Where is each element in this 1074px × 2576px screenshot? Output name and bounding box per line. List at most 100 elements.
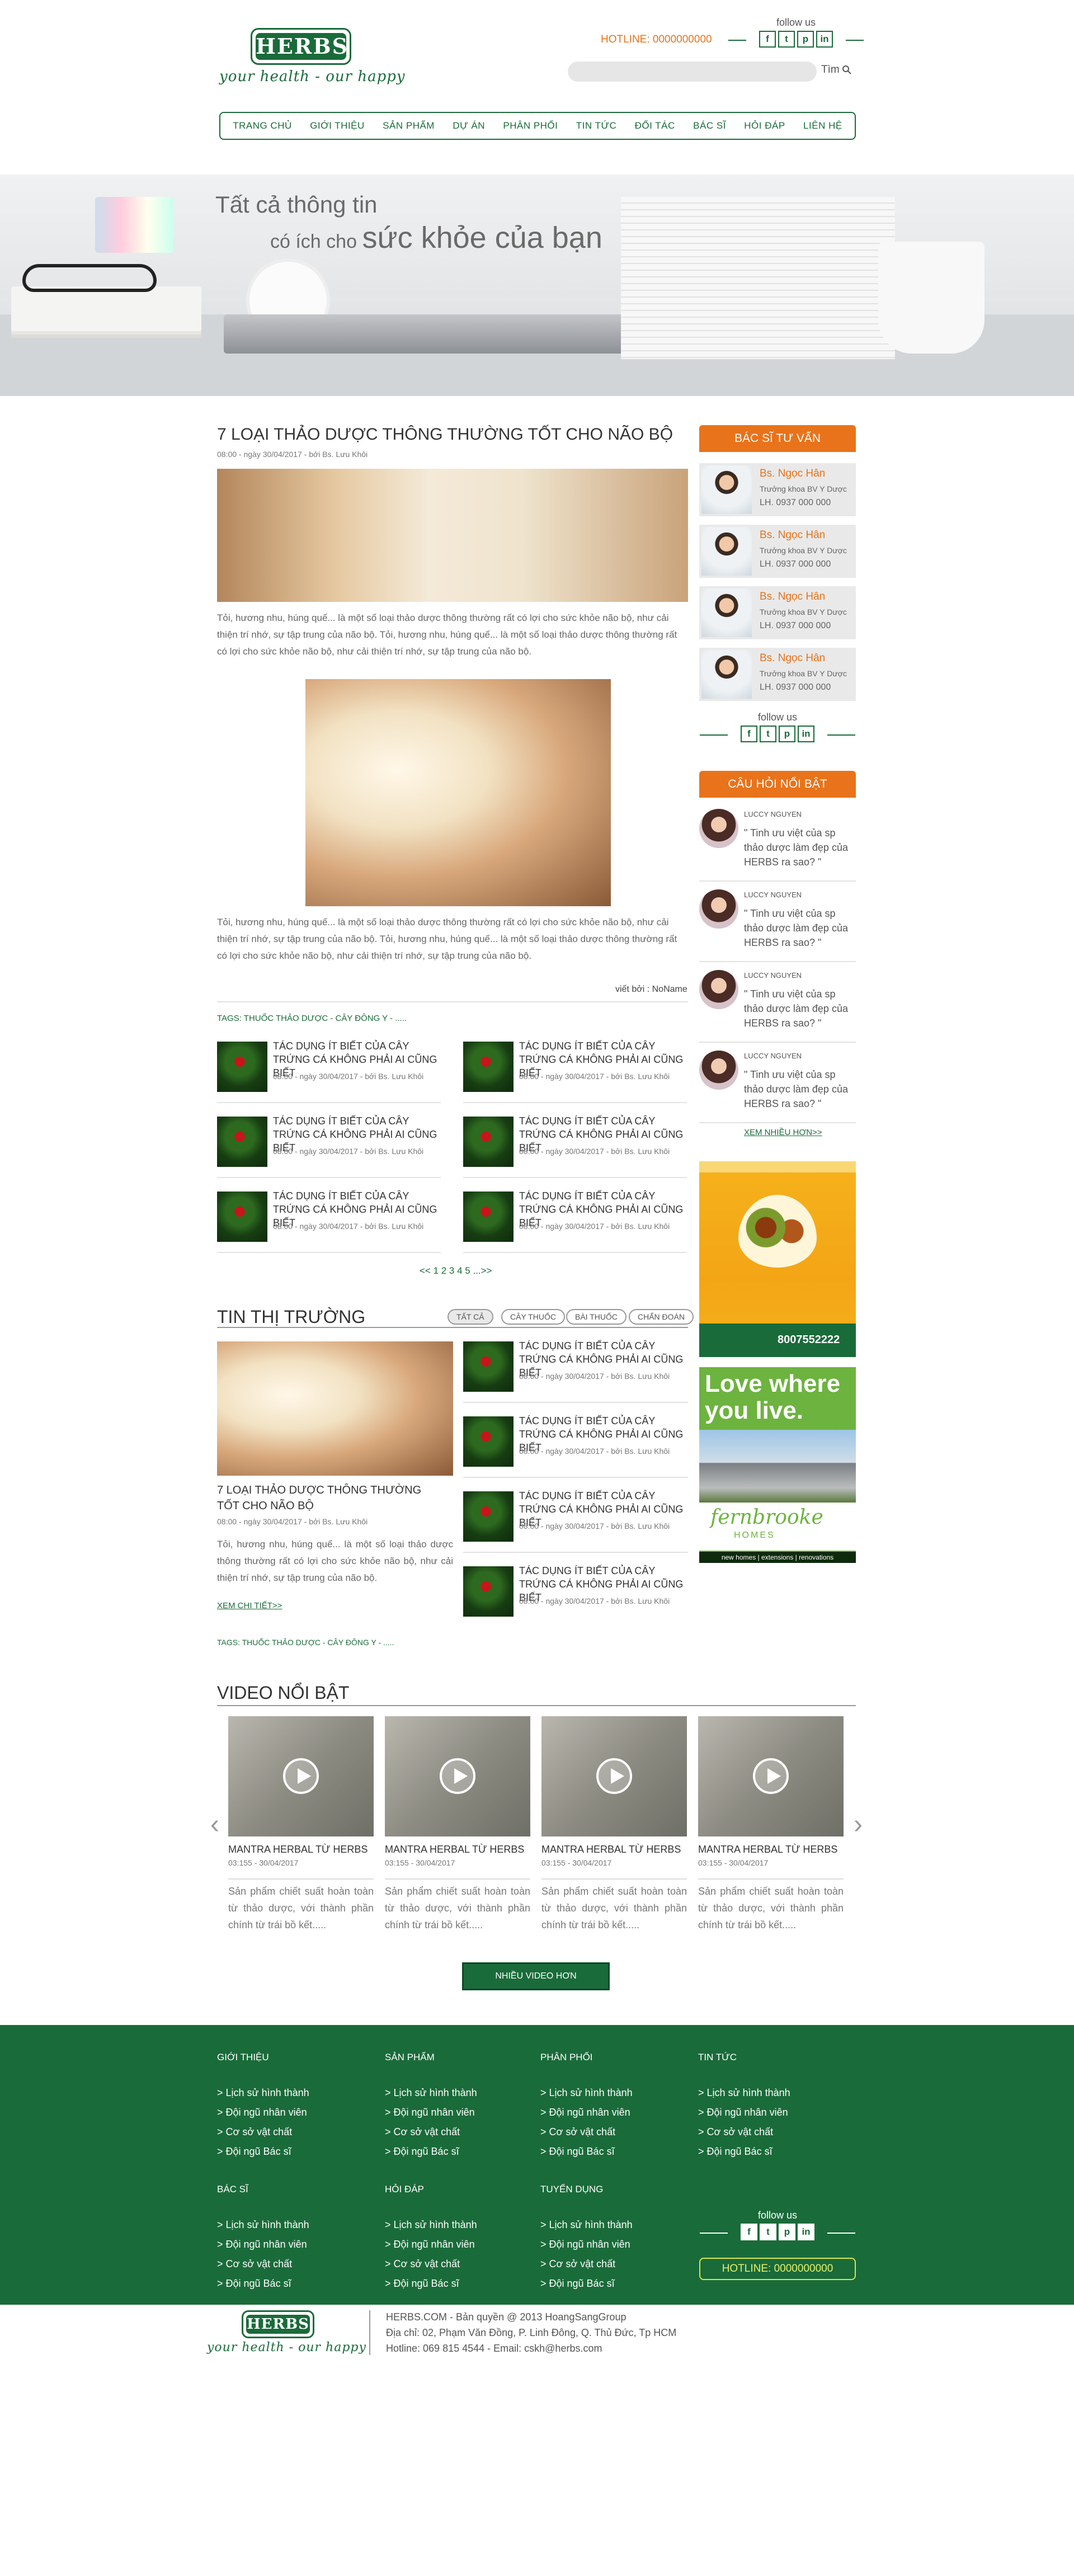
footer-link[interactable]: > Cơ sở vật chất <box>217 2122 309 2142</box>
pagination[interactable]: << 1 2 3 4 5 ...>> <box>420 1265 492 1277</box>
doctor-card[interactable]: Bs. Ngọc Hân Trưởng khoa BV Y Dược LH. 093… <box>699 525 856 578</box>
logo[interactable]: HERBS <box>251 28 351 65</box>
facebook-icon[interactable]: f <box>759 31 776 48</box>
footer-link[interactable]: > Đội ngũ Bác sĩ <box>540 2142 633 2161</box>
play-icon[interactable] <box>596 1758 632 1794</box>
nav-faq[interactable]: HỎI ĐÁP <box>744 120 785 131</box>
related-item[interactable]: TÁC DỤNG ÍT BIẾT CỦA CÂY TRỨNG CÁ KHÔNG … <box>217 1186 441 1253</box>
faq-item[interactable]: LUCCY NGUYEN " Tinh ưu việt của sp thảo d… <box>699 884 856 962</box>
search-input[interactable] <box>568 62 817 82</box>
footer-link[interactable]: > Lịch sử hình thành <box>385 2083 477 2103</box>
ad-banner-food[interactable]: 8007552222 <box>699 1161 856 1357</box>
nav-doctors[interactable]: BÁC SĨ <box>693 120 726 131</box>
twitter-icon[interactable]: t <box>778 31 795 48</box>
footer-link[interactable]: > Đội ngũ Bác sĩ <box>217 2142 309 2161</box>
nav-projects[interactable]: DỰ ÁN <box>453 120 485 131</box>
market-item[interactable]: TÁC DỤNG ÍT BIẾT CỦA CÂY TRỨNG CÁ KHÔNG … <box>463 1336 688 1403</box>
linkedin-icon[interactable]: in <box>816 31 833 48</box>
faq-item[interactable]: LUCCY NGUYEN " Tinh ưu việt của sp thảo d… <box>699 1045 856 1123</box>
market-main-title[interactable]: 7 LOẠI THẢO DƯỢC THÔNG THƯỜNG TỐT CHO NÃ… <box>217 1482 430 1514</box>
footer-link[interactable]: > Đội ngũ nhân viên <box>540 2103 633 2122</box>
related-item[interactable]: TÁC DỤNG ÍT BIẾT CỦA CÂY TRỨNG CÁ KHÔNG … <box>217 1036 441 1103</box>
market-item[interactable]: TÁC DỤNG ÍT BIẾT CỦA CÂY TRỨNG CÁ KHÔNG … <box>463 1486 688 1553</box>
doctor-card[interactable]: Bs. Ngọc Hân Trưởng khoa BV Y Dược LH. 093… <box>699 648 856 701</box>
twitter-icon[interactable]: t <box>760 726 776 742</box>
footer-link[interactable]: > Cơ sở vật chất <box>217 2254 309 2274</box>
search-button[interactable]: Tìm <box>821 64 852 76</box>
doctor-card[interactable]: Bs. Ngọc Hân Trưởng khoa BV Y Dược LH. 093… <box>699 586 856 639</box>
video-card[interactable]: MANTRA HERBAL TỪ HERBS 03:155 - 30/04/201… <box>385 1716 530 1951</box>
video-card[interactable]: MANTRA HERBAL TỪ HERBS 03:155 - 30/04/201… <box>698 1716 844 1951</box>
footer-link[interactable]: > Cơ sở vật chất <box>698 2122 790 2142</box>
header-hotline[interactable]: HOTLINE: 0000000000 <box>601 34 712 46</box>
more-videos-button[interactable]: NHIỀU VIDEO HƠN <box>462 1962 610 1990</box>
footer-link[interactable]: > Lịch sử hình thành <box>385 2215 477 2235</box>
twitter-icon[interactable]: t <box>760 2224 776 2240</box>
related-item[interactable]: TÁC DỤNG ÍT BIẾT CỦA CÂY TRỨNG CÁ KHÔNG … <box>463 1111 687 1178</box>
search-icon <box>842 65 851 74</box>
doctor-card[interactable]: Bs. Ngọc Hân Trưởng khoa BV Y Dược LH. 093… <box>699 463 856 516</box>
faq-item[interactable]: LUCCY NGUYEN " Tinh ưu việt của sp thảo d… <box>699 964 856 1043</box>
pinterest-icon[interactable]: p <box>779 2224 795 2240</box>
footer-link[interactable]: > Cơ sở vật chất <box>385 2122 477 2142</box>
footer-link[interactable]: > Lịch sử hình thành <box>540 2083 633 2103</box>
footer-link[interactable]: > Cơ sở vật chất <box>385 2254 477 2274</box>
footer-link[interactable]: > Đội ngũ Bác sĩ <box>385 2274 477 2294</box>
pinterest-icon[interactable]: p <box>797 31 814 48</box>
filter-remedies[interactable]: BÀI THUỐC <box>566 1309 626 1325</box>
footer-link[interactable]: > Đội ngũ Bác sĩ <box>217 2274 309 2294</box>
nav-contact[interactable]: LIÊN HỆ <box>803 120 842 131</box>
filter-all[interactable]: TẤT CẢ <box>447 1309 493 1325</box>
nav-products[interactable]: SẢN PHẨM <box>383 120 435 131</box>
market-tags[interactable]: TAGS: THUỐC THẢO DƯỢC - CÂY ĐÔNG Y - ...… <box>217 1638 394 1647</box>
video-card[interactable]: MANTRA HERBAL TỪ HERBS 03:155 - 30/04/201… <box>541 1716 687 1951</box>
filter-diagnosis[interactable]: CHẨN ĐOÁN <box>629 1309 694 1325</box>
footer-link[interactable]: > Đội ngũ nhân viên <box>540 2235 633 2254</box>
facebook-icon[interactable]: f <box>741 2224 757 2240</box>
footer-link[interactable]: > Đội ngũ nhân viên <box>385 2235 477 2254</box>
play-icon[interactable] <box>283 1758 319 1794</box>
footer-link[interactable]: > Đội ngũ Bác sĩ <box>540 2274 633 2294</box>
footer-link[interactable]: > Đội ngũ Bác sĩ <box>385 2142 477 2161</box>
chevron-left-icon[interactable]: ‹ <box>210 1809 219 1840</box>
footer-link[interactable]: > Lịch sử hình thành <box>217 2083 309 2103</box>
footer-link[interactable]: > Đội ngũ Bác sĩ <box>698 2142 790 2161</box>
nav-news[interactable]: TIN TỨC <box>576 120 616 131</box>
play-icon[interactable] <box>753 1758 789 1794</box>
facebook-icon[interactable]: f <box>741 726 757 742</box>
article-title[interactable]: 7 LOẠI THẢO DƯỢC THÔNG THƯỜNG TỐT CHO NÃ… <box>217 425 673 444</box>
footer-hotline[interactable]: HOTLINE: 0000000000 <box>699 2258 856 2280</box>
footer-link[interactable]: > Cơ sở vật chất <box>540 2122 633 2142</box>
nav-about[interactable]: GIỚI THIỆU <box>310 120 365 131</box>
footer-link[interactable]: > Lịch sử hình thành <box>698 2083 790 2103</box>
footer-logo[interactable]: HERBS <box>242 2310 314 2338</box>
faq-more-link[interactable]: XEM NHIỀU HƠN>> <box>744 1128 822 1137</box>
ad-banner-homes[interactable]: Love where you live. fernbrooke HOMES new… <box>699 1367 856 1563</box>
nav-partners[interactable]: ĐỐI TÁC <box>635 120 675 131</box>
market-item[interactable]: TÁC DỤNG ÍT BIẾT CỦA CÂY TRỨNG CÁ KHÔNG … <box>463 1561 688 1628</box>
market-item[interactable]: TÁC DỤNG ÍT BIẾT CỦA CÂY TRỨNG CÁ KHÔNG … <box>463 1411 688 1478</box>
footer-link[interactable]: > Cơ sở vật chất <box>540 2254 633 2274</box>
footer-link[interactable]: > Lịch sử hình thành <box>217 2215 309 2235</box>
related-item[interactable]: TÁC DỤNG ÍT BIẾT CỦA CÂY TRỨNG CÁ KHÔNG … <box>463 1036 687 1103</box>
chevron-right-icon[interactable]: › <box>854 1809 863 1840</box>
article-tags[interactable]: TAGS: THUỐC THẢO DƯỢC - CÂY ĐÔNG Y - ...… <box>217 1014 407 1023</box>
footer-link[interactable]: > Đội ngũ nhân viên <box>698 2103 790 2122</box>
video-card[interactable]: MANTRA HERBAL TỪ HERBS 03:155 - 30/04/201… <box>228 1716 374 1951</box>
ad-header-strip <box>699 1161 856 1172</box>
footer-link[interactable]: > Đội ngũ nhân viên <box>385 2103 477 2122</box>
faq-item[interactable]: LUCCY NGUYEN " Tinh ưu việt của sp thảo d… <box>699 803 856 882</box>
footer-link[interactable]: > Đội ngũ nhân viên <box>217 2103 309 2122</box>
nav-distribution[interactable]: PHÂN PHỐI <box>503 120 558 131</box>
linkedin-icon[interactable]: in <box>798 2224 814 2240</box>
read-more-link[interactable]: XEM CHI TIẾT>> <box>217 1601 282 1610</box>
linkedin-icon[interactable]: in <box>798 726 814 742</box>
pinterest-icon[interactable]: p <box>779 726 795 742</box>
footer-link[interactable]: > Đội ngũ nhân viên <box>217 2235 309 2254</box>
nav-home[interactable]: TRANG CHỦ <box>233 120 292 131</box>
related-item[interactable]: TÁC DỤNG ÍT BIẾT CỦA CÂY TRỨNG CÁ KHÔNG … <box>463 1186 687 1253</box>
footer-link[interactable]: > Lịch sử hình thành <box>540 2215 633 2235</box>
play-icon[interactable] <box>440 1758 475 1794</box>
filter-herbs[interactable]: CÂY THUỐC <box>501 1309 565 1325</box>
related-item[interactable]: TÁC DỤNG ÍT BIẾT CỦA CÂY TRỨNG CÁ KHÔNG … <box>217 1111 441 1178</box>
